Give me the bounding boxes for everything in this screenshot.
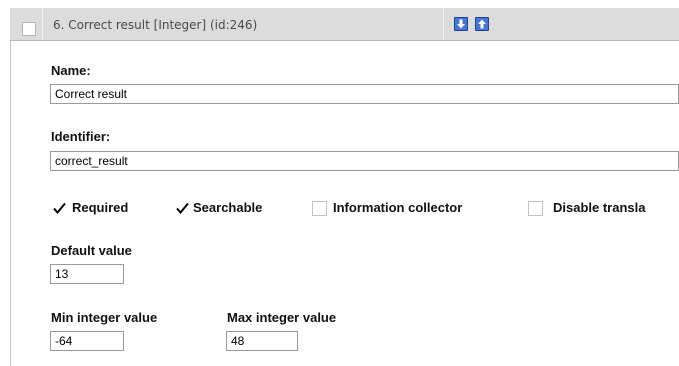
max-integer-label: Max integer value: [227, 310, 337, 325]
header-separator: [443, 8, 444, 40]
select-attribute-checkbox[interactable]: [22, 22, 36, 36]
name-label: Name:: [51, 63, 91, 78]
min-integer-input[interactable]: -64: [50, 331, 124, 351]
max-integer-input[interactable]: 48: [226, 331, 298, 351]
disable-translation-label: Disable transla: [553, 200, 646, 215]
attribute-title: 6. Correct result [Integer] (id:246): [53, 18, 258, 32]
checkmark-icon: [53, 202, 66, 215]
identifier-label: Identifier:: [51, 129, 111, 144]
checkmark-icon: [176, 202, 189, 215]
searchable-checkbox[interactable]: [175, 201, 190, 216]
required-checkbox[interactable]: [52, 201, 67, 216]
searchable-label: Searchable: [193, 200, 263, 215]
min-integer-label: Min integer value: [51, 310, 158, 325]
identifier-input[interactable]: correct_result: [50, 151, 679, 171]
default-value-label: Default value: [51, 243, 132, 258]
disable-translation-checkbox[interactable]: [528, 201, 543, 216]
information-collector-label: Information collector: [333, 200, 463, 215]
attribute-header: 6. Correct result [Integer] (id:246): [10, 8, 679, 41]
panel-left-border: [10, 8, 11, 366]
information-collector-checkbox[interactable]: [312, 201, 327, 216]
move-down-button[interactable]: [454, 17, 468, 31]
default-value-input[interactable]: 13: [50, 264, 124, 284]
header-separator: [42, 8, 43, 40]
move-up-button[interactable]: [475, 17, 489, 31]
required-label: Required: [72, 200, 129, 215]
name-input[interactable]: Correct result: [50, 84, 679, 104]
